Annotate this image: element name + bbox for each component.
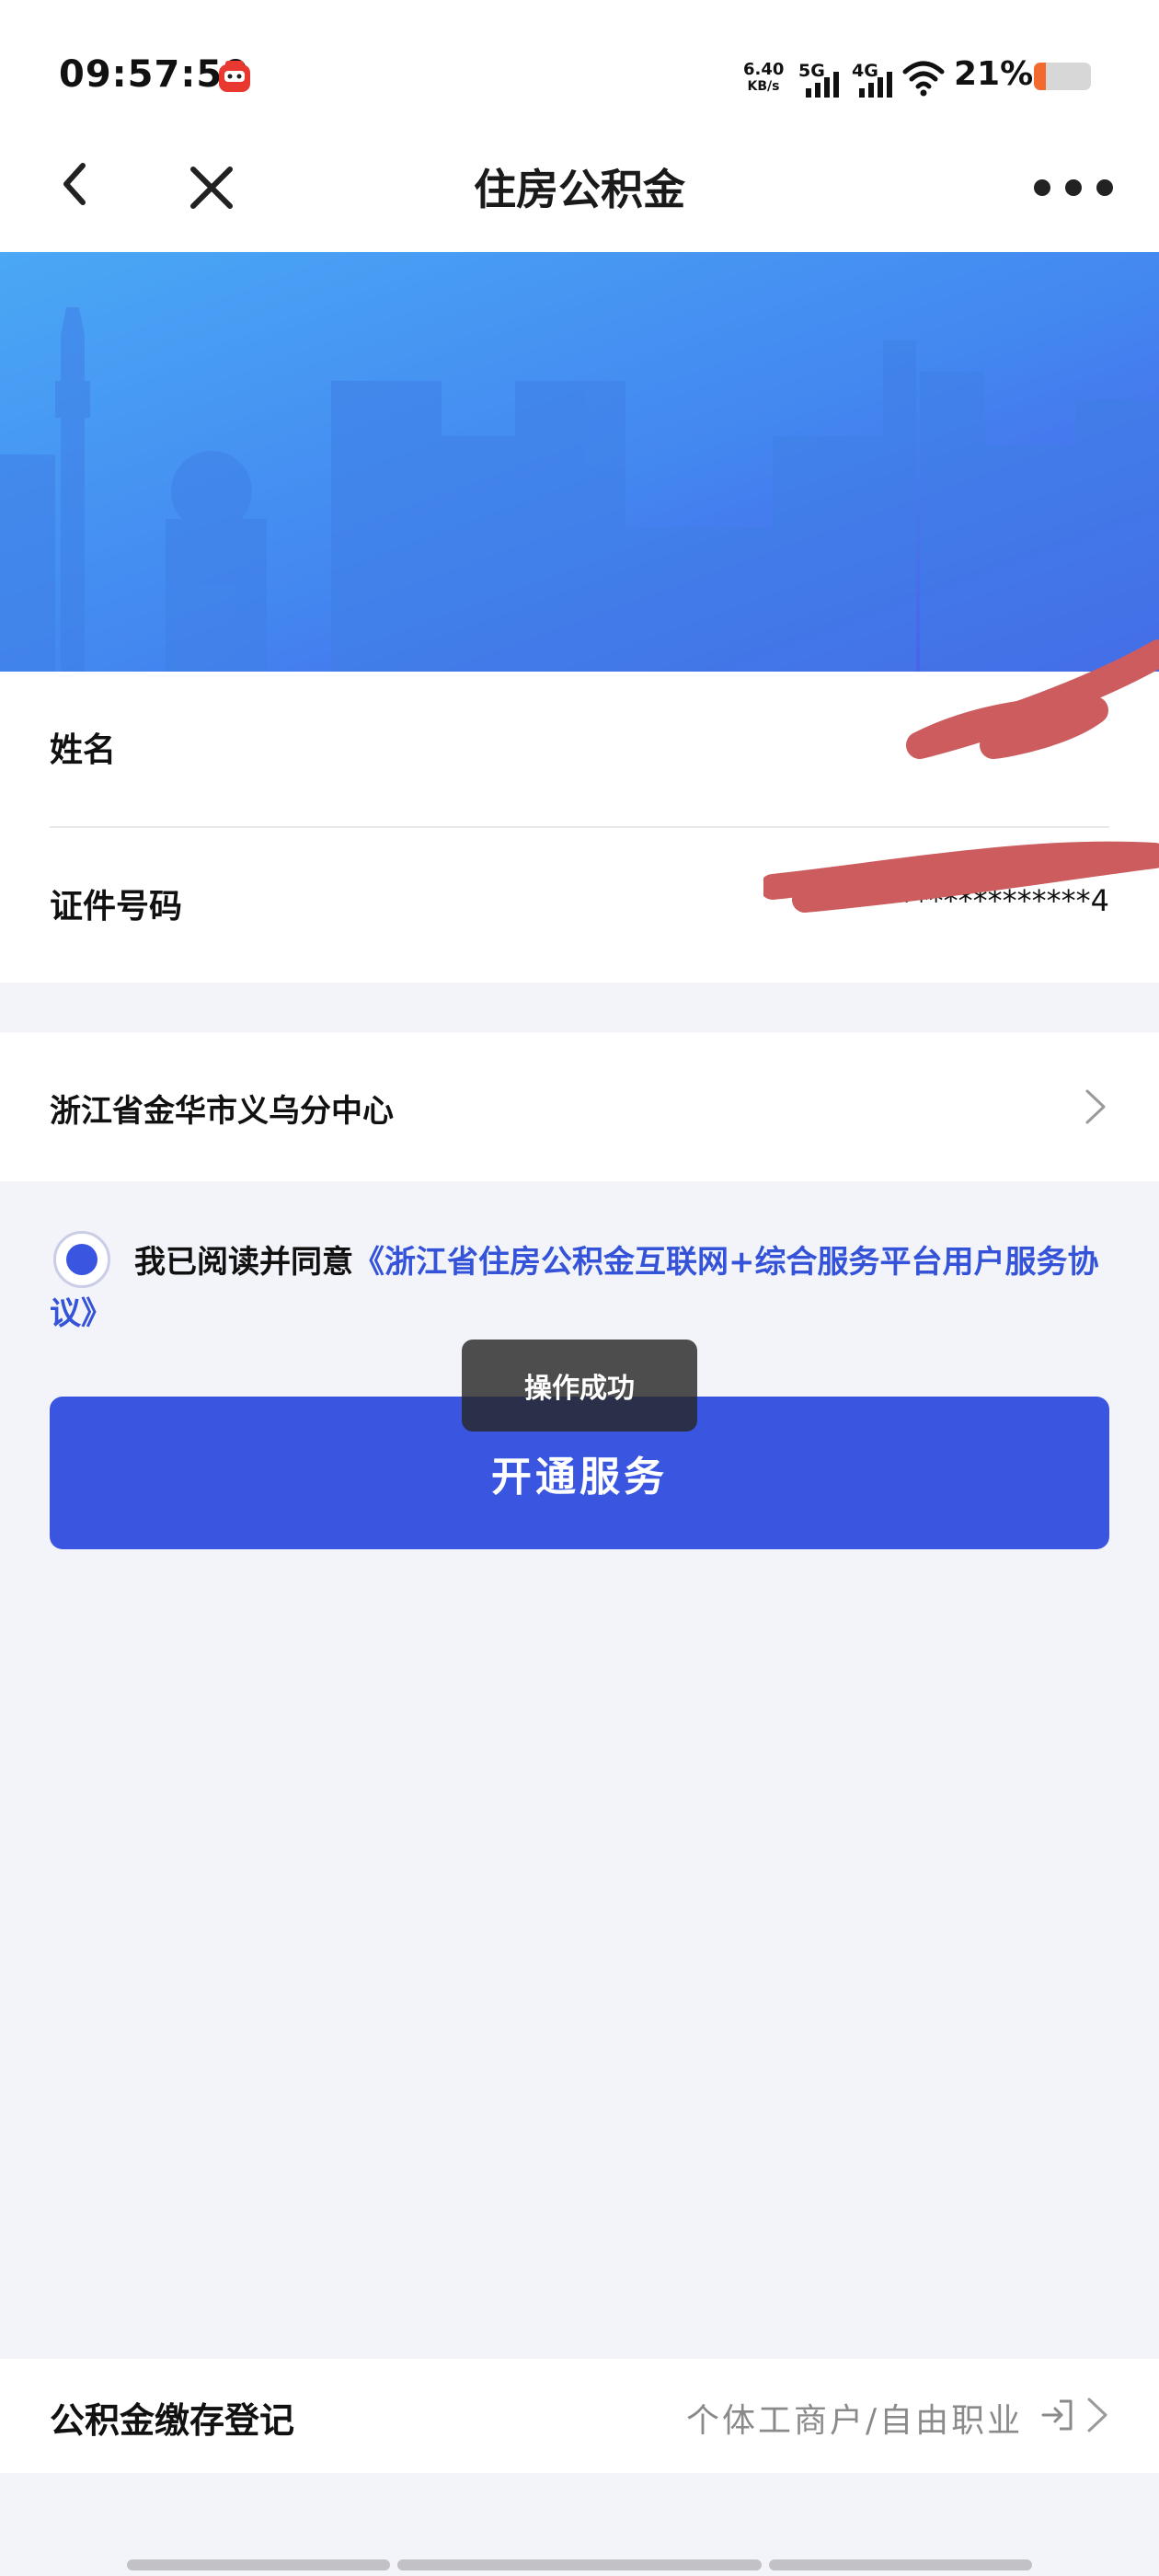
name-label: 姓名 — [50, 731, 117, 769]
home-indicator — [127, 2559, 390, 2570]
battery-percent: 21% — [954, 55, 1034, 93]
dot-icon — [1096, 179, 1113, 196]
page-title: 住房公积金 — [474, 165, 685, 214]
agreement-prefix: 我已阅读并同意 — [134, 1244, 353, 1281]
app-notification-icon — [217, 59, 252, 96]
self-employed-label: 个体工商户/自由职业 — [686, 2402, 1024, 2440]
agreement-text: 我已阅读并同意《浙江省住房公积金互联网+综合服务平台用户服务协议》 — [50, 1236, 1117, 1340]
success-toast: 操作成功 — [462, 1340, 697, 1432]
chevron-right-icon — [1084, 2394, 1111, 2436]
home-indicator — [397, 2559, 762, 2570]
more-options-button[interactable] — [1034, 166, 1113, 210]
network-speed-value: 6.40 — [743, 60, 785, 79]
dot-icon — [1034, 179, 1050, 196]
cellular-signal-icon: 5G — [797, 61, 848, 98]
wifi-icon — [901, 57, 946, 98]
redaction-scribble — [760, 607, 1159, 975]
exit-icon — [1039, 2398, 1074, 2432]
chevron-right-icon — [1082, 1086, 1109, 1128]
id-number-label: 证件号码 — [50, 888, 183, 926]
deposit-registration-label: 公积金缴存登记 — [50, 2400, 295, 2441]
back-button[interactable] — [52, 155, 99, 213]
close-button[interactable] — [184, 160, 239, 215]
dot-icon — [1065, 179, 1082, 196]
battery-icon — [1034, 63, 1091, 90]
network-speed-unit: KB/s — [747, 79, 780, 94]
home-indicator — [769, 2559, 1032, 2570]
center-name: 浙江省金华市义乌分中心 — [50, 1093, 394, 1130]
network-speed: 6.40 KB/s — [743, 61, 784, 96]
cellular-signal-icon: 4G — [850, 61, 901, 98]
battery-level-fill — [1034, 63, 1047, 90]
